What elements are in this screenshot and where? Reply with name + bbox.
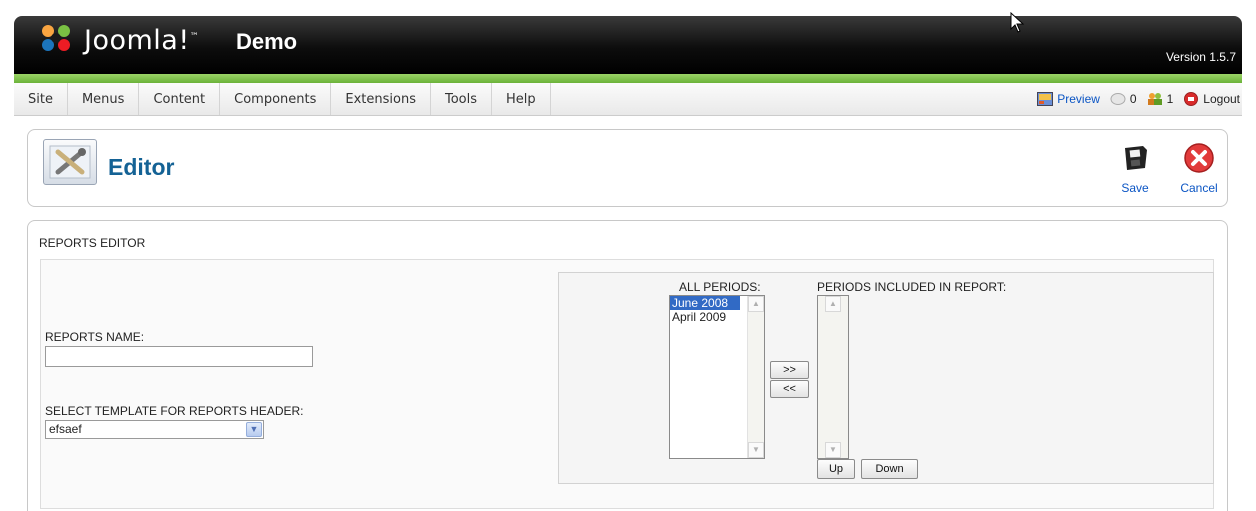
users-indicator[interactable]: 1 <box>1147 92 1174 106</box>
template-select[interactable]: efsaef ▼ <box>45 420 264 439</box>
scroll-down-icon[interactable]: ▼ <box>825 442 841 458</box>
menu-item-content[interactable]: Content <box>139 83 221 115</box>
messages-icon <box>1110 93 1126 105</box>
logout-link[interactable]: Logout <box>1183 92 1240 106</box>
page-title: Editor <box>108 154 175 180</box>
menu-item-extensions[interactable]: Extensions <box>331 83 431 115</box>
list-item[interactable]: June 2008 <box>670 296 740 310</box>
move-up-button[interactable]: Up <box>817 459 855 479</box>
template-selected-value: efsaef <box>49 422 82 436</box>
scroll-up-icon[interactable]: ▲ <box>748 296 764 312</box>
messages-count: 0 <box>1129 92 1137 106</box>
version-label: Version 1.5.7 <box>1165 50 1236 64</box>
accent-bar <box>14 74 1242 83</box>
reports-form: REPORTS NAME: SELECT TEMPLATE FOR REPORT… <box>40 259 1214 509</box>
cancel-icon <box>1184 143 1214 173</box>
menu-bar: Site Menus Content Components Extensions… <box>14 83 1242 116</box>
users-count: 1 <box>1166 92 1174 106</box>
menu-item-help[interactable]: Help <box>492 83 551 115</box>
all-periods-label: ALL PERIODS: <box>679 280 761 294</box>
joomla-logo-icon <box>42 25 70 51</box>
content-panel: REPORTS EDITOR REPORTS NAME: SELECT TEMP… <box>27 220 1228 511</box>
scrollbar[interactable]: ▲ ▼ <box>818 296 848 458</box>
logout-icon <box>1184 92 1199 106</box>
cancel-button[interactable]: Cancel <box>1175 142 1223 195</box>
periods-panel: ALL PERIODS: June 2008 April 2009 ▲ ▼ >>… <box>558 272 1214 484</box>
preview-label: Preview <box>1057 92 1100 106</box>
menu-item-site[interactable]: Site <box>14 83 68 115</box>
brand-name: Joomla!™ <box>84 25 200 56</box>
users-icon <box>1147 93 1162 105</box>
menu-item-tools[interactable]: Tools <box>431 83 493 115</box>
chevron-down-icon[interactable]: ▼ <box>246 422 262 437</box>
mouse-cursor-icon <box>1010 12 1025 33</box>
scroll-up-icon[interactable]: ▲ <box>825 296 841 312</box>
site-name: Demo <box>236 29 298 54</box>
template-label: SELECT TEMPLATE FOR REPORTS HEADER: <box>45 404 304 418</box>
included-periods-list[interactable]: ▲ ▼ <box>817 295 849 459</box>
save-label: Save <box>1121 181 1149 195</box>
add-period-button[interactable]: >> <box>770 361 809 379</box>
cancel-label: Cancel <box>1180 181 1218 195</box>
included-periods-label: PERIODS INCLUDED IN REPORT: <box>817 280 1007 294</box>
menu-item-menus[interactable]: Menus <box>68 83 140 115</box>
section-title: REPORTS EDITOR <box>39 236 146 250</box>
reports-name-label: REPORTS NAME: <box>45 330 145 344</box>
scrollbar[interactable]: ▲ ▼ <box>747 296 764 458</box>
editor-tools-icon <box>43 139 97 185</box>
scroll-down-icon[interactable]: ▼ <box>748 442 764 458</box>
remove-period-button[interactable]: << <box>770 380 809 398</box>
preview-link[interactable]: Preview <box>1037 92 1100 106</box>
all-periods-list[interactable]: June 2008 April 2009 ▲ ▼ <box>669 295 765 459</box>
menu-item-components[interactable]: Components <box>220 83 332 115</box>
save-floppy-icon <box>1125 146 1147 170</box>
move-down-button[interactable]: Down <box>861 459 918 479</box>
preview-icon <box>1037 92 1054 106</box>
messages-indicator[interactable]: 0 <box>1110 92 1137 106</box>
reports-name-input[interactable] <box>45 346 313 367</box>
save-button[interactable]: Save <box>1118 142 1152 195</box>
status-area: Preview 0 1 Logout <box>1037 83 1240 115</box>
toolbar-panel: Editor Save Cancel <box>27 129 1228 207</box>
logout-label: Logout <box>1203 92 1240 106</box>
header-bar: Joomla!™ Demo Version 1.5.7 <box>14 16 1242 74</box>
